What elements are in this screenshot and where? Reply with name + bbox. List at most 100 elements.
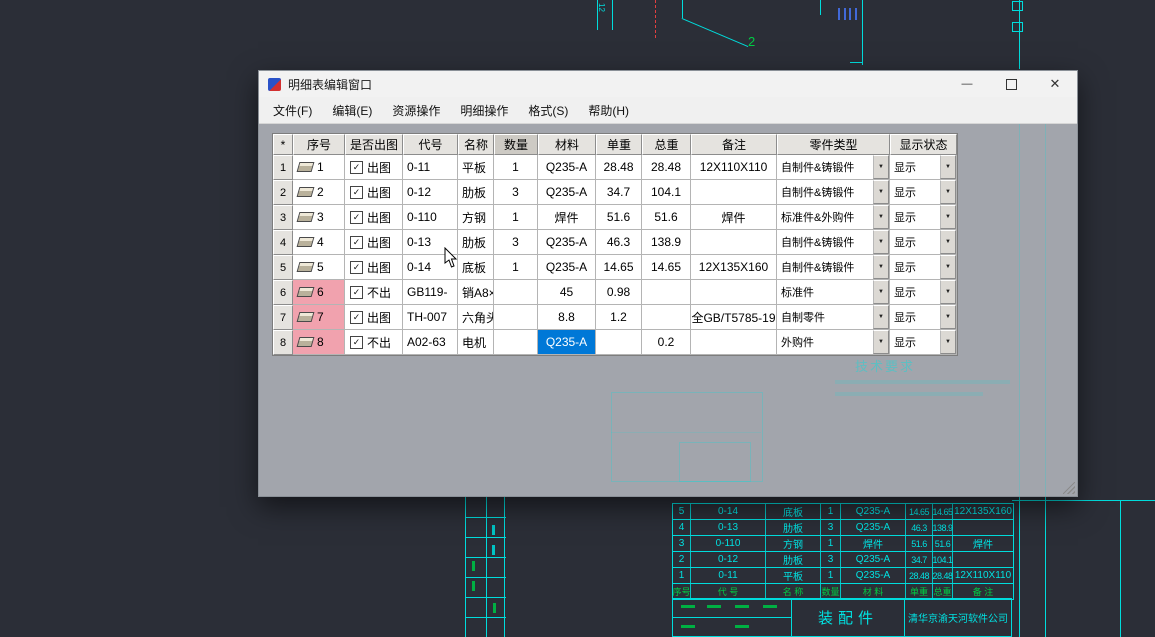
select-all-header[interactable]: * (273, 134, 293, 155)
menu-item[interactable]: 帮助(H) (578, 98, 639, 123)
row-header[interactable]: 7 (273, 305, 293, 330)
cell-material[interactable]: Q235-A (538, 180, 596, 205)
row-header[interactable]: 3 (273, 205, 293, 230)
cell-material[interactable]: Q235-A (538, 230, 596, 255)
cell-remark[interactable] (691, 280, 777, 305)
cell-seq[interactable]: 7 (293, 305, 345, 330)
display-select[interactable]: 显示▼ (890, 280, 956, 304)
resize-grip-icon[interactable] (1063, 482, 1075, 494)
cell-seq[interactable]: 8 (293, 330, 345, 355)
cell-total-weight[interactable]: 51.6 (642, 205, 691, 230)
part-type-select[interactable]: 标准件▼ (777, 280, 889, 304)
cell-total-weight[interactable] (642, 305, 691, 330)
close-button[interactable]: ✕ (1033, 71, 1077, 97)
cell-seq[interactable]: 1 (293, 155, 345, 180)
dropdown-arrow-icon[interactable]: ▼ (873, 280, 889, 304)
plot-checkbox[interactable]: ✓ (350, 161, 363, 174)
cell-code[interactable]: 0-11 (403, 155, 458, 180)
cell-unit-weight[interactable]: 0.98 (596, 280, 642, 305)
cell-name[interactable]: 六角头螺 (458, 305, 494, 330)
column-header[interactable]: 数量 (494, 134, 538, 155)
column-header[interactable]: 备注 (691, 134, 777, 155)
plot-checkbox[interactable]: ✓ (350, 286, 363, 299)
cell-unit-weight[interactable]: 46.3 (596, 230, 642, 255)
column-header[interactable]: 材料 (538, 134, 596, 155)
menu-item[interactable]: 明细操作 (450, 98, 518, 123)
cell-seq[interactable]: 4 (293, 230, 345, 255)
column-header[interactable]: 是否出图 (345, 134, 403, 155)
cell-unit-weight[interactable]: 51.6 (596, 205, 642, 230)
dropdown-arrow-icon[interactable]: ▼ (873, 230, 889, 254)
display-select[interactable]: 显示▼ (890, 180, 956, 204)
dropdown-arrow-icon[interactable]: ▼ (940, 205, 956, 229)
cell-qty[interactable]: 1 (494, 205, 538, 230)
cell-seq[interactable]: 6 (293, 280, 345, 305)
cell-seq[interactable]: 2 (293, 180, 345, 205)
cell-name[interactable]: 肋板 (458, 230, 494, 255)
cell-name[interactable]: 方钢 (458, 205, 494, 230)
cell-total-weight[interactable]: 138.9 (642, 230, 691, 255)
cell-qty[interactable]: 1 (494, 255, 538, 280)
row-header[interactable]: 2 (273, 180, 293, 205)
plot-checkbox[interactable]: ✓ (350, 186, 363, 199)
selected-cell[interactable]: Q235-A (538, 330, 596, 355)
dropdown-arrow-icon[interactable]: ▼ (873, 305, 889, 329)
cell-seq[interactable]: 3 (293, 205, 345, 230)
cell-material[interactable]: 45 (538, 280, 596, 305)
cell-plot[interactable]: ✓出图 (345, 230, 403, 255)
dropdown-arrow-icon[interactable]: ▼ (940, 180, 956, 204)
column-header[interactable]: 代号 (403, 134, 458, 155)
display-select[interactable]: 显示▼ (890, 205, 956, 229)
cell-total-weight[interactable]: 0.2 (642, 330, 691, 355)
maximize-button[interactable] (989, 71, 1033, 97)
dropdown-arrow-icon[interactable]: ▼ (940, 330, 956, 354)
cell-unit-weight[interactable]: 1.2 (596, 305, 642, 330)
cell-material[interactable]: Q235-A (538, 155, 596, 180)
cell-total-weight[interactable]: 104.1 (642, 180, 691, 205)
column-header[interactable]: 名称 (458, 134, 494, 155)
menu-item[interactable]: 文件(F) (263, 98, 322, 123)
cell-name[interactable]: 肋板 (458, 180, 494, 205)
part-type-select[interactable]: 外购件▼ (777, 330, 889, 354)
plot-checkbox[interactable]: ✓ (350, 311, 363, 324)
part-type-select[interactable]: 自制件&铸锻件▼ (777, 230, 889, 254)
column-header[interactable]: 显示状态 (890, 134, 957, 155)
cell-name[interactable]: 销A8× (458, 280, 494, 305)
cell-plot[interactable]: ✓不出 (345, 330, 403, 355)
menu-item[interactable]: 资源操作 (382, 98, 450, 123)
part-type-select[interactable]: 自制件&铸锻件▼ (777, 180, 889, 204)
cell-qty[interactable]: 3 (494, 230, 538, 255)
display-select[interactable]: 显示▼ (890, 255, 956, 279)
cell-remark[interactable] (691, 330, 777, 355)
cell-total-weight[interactable]: 28.48 (642, 155, 691, 180)
display-select[interactable]: 显示▼ (890, 230, 956, 254)
cell-unit-weight[interactable]: 14.65 (596, 255, 642, 280)
cell-name[interactable]: 平板 (458, 155, 494, 180)
cell-qty[interactable]: 1 (494, 155, 538, 180)
dropdown-arrow-icon[interactable]: ▼ (940, 255, 956, 279)
cell-code[interactable]: 0-12 (403, 180, 458, 205)
cell-remark[interactable]: 焊件 (691, 205, 777, 230)
part-type-select[interactable]: 标准件&外购件▼ (777, 205, 889, 229)
dropdown-arrow-icon[interactable]: ▼ (873, 155, 889, 179)
cell-seq[interactable]: 5 (293, 255, 345, 280)
cell-qty[interactable]: 3 (494, 180, 538, 205)
cell-plot[interactable]: ✓出图 (345, 180, 403, 205)
row-header[interactable]: 1 (273, 155, 293, 180)
cell-unit-weight[interactable]: 28.48 (596, 155, 642, 180)
part-type-select[interactable]: 自制件&铸锻件▼ (777, 155, 889, 179)
cell-total-weight[interactable] (642, 280, 691, 305)
cell-name[interactable]: 底板 (458, 255, 494, 280)
cell-code[interactable]: A02-63 (403, 330, 458, 355)
dropdown-arrow-icon[interactable]: ▼ (940, 305, 956, 329)
cell-qty[interactable] (494, 280, 538, 305)
cell-plot[interactable]: ✓出图 (345, 155, 403, 180)
cell-code[interactable]: TH-007 (403, 305, 458, 330)
cell-plot[interactable]: ✓不出 (345, 280, 403, 305)
plot-checkbox[interactable]: ✓ (350, 261, 363, 274)
cell-qty[interactable] (494, 330, 538, 355)
row-header[interactable]: 5 (273, 255, 293, 280)
cell-plot[interactable]: ✓出图 (345, 255, 403, 280)
cell-remark[interactable] (691, 230, 777, 255)
plot-checkbox[interactable]: ✓ (350, 236, 363, 249)
